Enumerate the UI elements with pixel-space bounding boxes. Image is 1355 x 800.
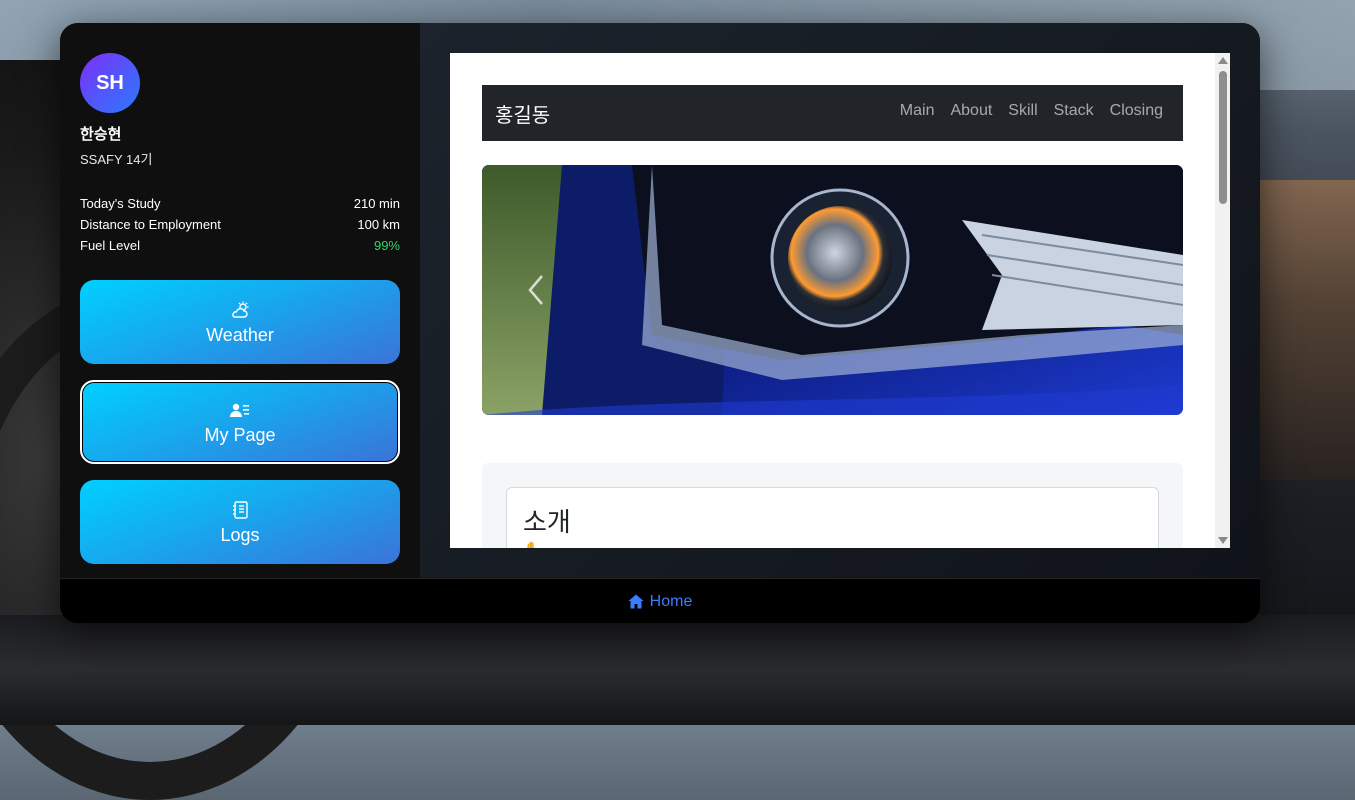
cloud-sun-icon xyxy=(229,299,251,321)
stat-value: 210 min xyxy=(353,196,400,211)
sidebar: SH 한승현 SSAFY 14기 Today's Study 210 min D… xyxy=(60,23,420,578)
journal-icon xyxy=(229,499,251,521)
home-link-label: Home xyxy=(649,592,693,610)
my-page-button[interactable]: My Page xyxy=(80,380,400,464)
intro-title: 소개 xyxy=(523,507,571,537)
user-cohort: SSAFY 14기 xyxy=(80,152,153,167)
carousel-prev-button[interactable] xyxy=(526,273,546,307)
embedded-page-frame[interactable]: 홍길동 Main About Skill Stack Closing 소개 ✋ xyxy=(450,53,1230,548)
hand-icon: ✋ xyxy=(524,541,539,548)
intro-card: 소개 ✋ xyxy=(506,487,1159,548)
logs-button[interactable]: Logs xyxy=(80,480,400,564)
stat-row-distance: Distance to Employment 100 km xyxy=(80,217,400,238)
weather-button[interactable]: Weather xyxy=(80,280,400,364)
footer-bar: Home xyxy=(60,578,1260,623)
background-console xyxy=(0,615,1355,725)
main-content: 홍길동 Main About Skill Stack Closing 소개 ✋ xyxy=(420,23,1260,578)
person-lines-icon xyxy=(229,399,251,421)
logs-button-label: Logs xyxy=(220,524,260,545)
avatar: SH xyxy=(80,53,140,113)
intro-section: 소개 ✋ xyxy=(482,463,1183,548)
nav-link-stack[interactable]: Stack xyxy=(1054,102,1094,120)
stat-label: Fuel Level xyxy=(80,238,140,253)
stat-row-study: Today's Study 210 min xyxy=(80,196,400,217)
chevron-left-icon xyxy=(528,275,543,305)
infotainment-screen: SH 한승현 SSAFY 14기 Today's Study 210 min D… xyxy=(60,23,1260,623)
stat-value: 99% xyxy=(373,238,400,253)
nav-link-closing[interactable]: Closing xyxy=(1110,102,1163,120)
stat-label: Today's Study xyxy=(80,196,161,211)
stat-value: 100 km xyxy=(357,217,400,232)
weather-button-label: Weather xyxy=(206,324,274,345)
nav-link-about[interactable]: About xyxy=(950,102,992,120)
my-page-button-label: My Page xyxy=(204,424,276,445)
scroll-up-arrow-icon[interactable] xyxy=(1218,57,1228,64)
scrollbar-thumb[interactable] xyxy=(1219,71,1227,204)
nav-link-skill[interactable]: Skill xyxy=(1008,102,1037,120)
navbar-links: Main About Skill Stack Closing xyxy=(900,102,1163,120)
hero-carousel xyxy=(482,165,1183,415)
stats-panel: Today's Study 210 min Distance to Employ… xyxy=(80,196,400,259)
house-icon xyxy=(628,594,644,609)
page-scrollbar[interactable] xyxy=(1215,53,1230,548)
page-navbar: 홍길동 Main About Skill Stack Closing xyxy=(482,85,1183,141)
scroll-down-arrow-icon[interactable] xyxy=(1218,537,1228,544)
avatar-initials: SH xyxy=(96,71,124,94)
stat-row-fuel: Fuel Level 99% xyxy=(80,238,400,259)
car-headlight-image xyxy=(482,165,1183,415)
nav-link-main[interactable]: Main xyxy=(900,102,935,120)
user-name: 한승현 xyxy=(80,126,122,143)
navbar-brand[interactable]: 홍길동 xyxy=(495,99,550,128)
home-link[interactable]: Home xyxy=(628,592,693,611)
stat-label: Distance to Employment xyxy=(80,217,221,232)
